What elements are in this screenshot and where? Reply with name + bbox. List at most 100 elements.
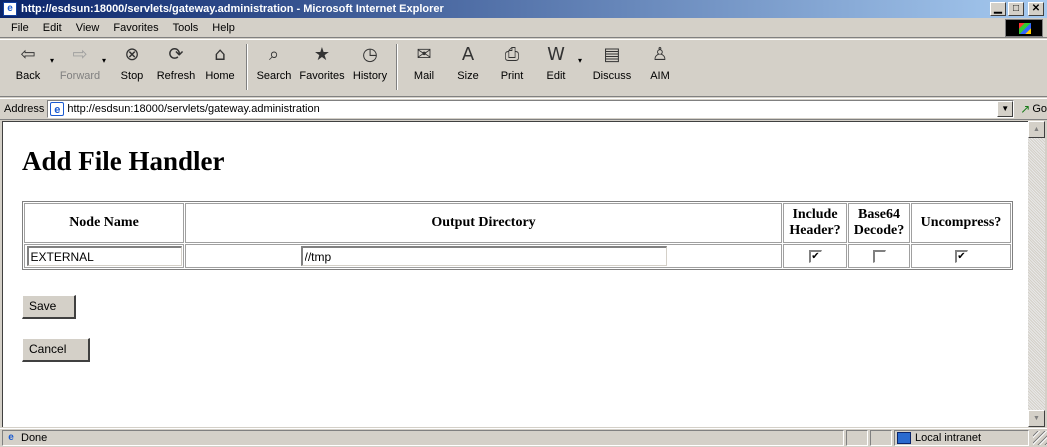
- address-label: Address: [4, 103, 45, 115]
- forward-label: Forward: [59, 70, 101, 82]
- window-title: http://esdsun:18000/servlets/gateway.adm…: [21, 3, 444, 15]
- font-size-icon: A: [461, 44, 475, 65]
- toolbar-separator: [246, 44, 248, 90]
- header-base64-line1: Base64: [858, 207, 900, 222]
- history-button[interactable]: ◷ History: [348, 42, 392, 92]
- refresh-icon: ⟳: [168, 44, 184, 65]
- vertical-scrollbar[interactable]: ▲ ▼: [1028, 121, 1045, 427]
- node-name-input[interactable]: [26, 246, 182, 266]
- header-base64-line2: Decode?: [853, 223, 905, 238]
- size-button[interactable]: A Size: [446, 42, 490, 92]
- maximize-button[interactable]: □: [1008, 2, 1024, 16]
- history-icon: ◷: [362, 44, 378, 65]
- local-intranet-icon: [897, 432, 911, 444]
- stop-button[interactable]: ⊗ Stop: [110, 42, 154, 92]
- favorites-button[interactable]: ★ Favorites: [296, 42, 348, 92]
- home-icon: ⌂: [214, 44, 226, 65]
- cancel-button[interactable]: Cancel: [22, 338, 90, 362]
- status-security-panel: [870, 430, 892, 446]
- header-include-header-line1: Include: [792, 207, 838, 222]
- base64-decode-checkbox[interactable]: [872, 249, 886, 263]
- page-content: Add File Handler Node Name Output Direct…: [2, 121, 1028, 427]
- address-input[interactable]: e http://esdsun:18000/servlets/gateway.a…: [47, 100, 1015, 118]
- forward-button[interactable]: ⇨ Forward: [58, 42, 102, 92]
- zone-text: Local intranet: [915, 432, 982, 444]
- favorites-label: Favorites: [299, 70, 345, 82]
- menu-view[interactable]: View: [69, 22, 107, 34]
- history-label: History: [352, 70, 388, 82]
- home-label: Home: [205, 70, 235, 82]
- toolbar: ⇦ Back ▾ ⇨ Forward ▾ ⊗ Stop ⟳ Refresh ⌂ …: [0, 39, 1047, 97]
- menu-favorites[interactable]: Favorites: [106, 22, 165, 34]
- address-dropdown-button[interactable]: ▼: [997, 101, 1014, 117]
- menu-edit[interactable]: Edit: [36, 22, 69, 34]
- status-zone-panel: Local intranet: [894, 430, 1029, 446]
- table-header-row: Node Name Output Directory Include Heade…: [24, 203, 1011, 243]
- mail-icon: ✉: [416, 44, 432, 65]
- base64-decode-cell: [848, 244, 910, 268]
- refresh-label: Refresh: [156, 70, 196, 82]
- stop-icon: ⊗: [124, 44, 140, 65]
- scroll-up-button[interactable]: ▲: [1028, 121, 1045, 138]
- discuss-icon: ▤: [603, 44, 621, 65]
- aim-icon: ♙: [651, 44, 669, 65]
- go-arrow-icon: ↗: [1020, 102, 1031, 116]
- back-label: Back: [15, 70, 41, 82]
- toolbar-separator: [396, 44, 398, 90]
- mail-button[interactable]: ✉ Mail: [402, 42, 446, 92]
- favorites-icon: ★: [313, 44, 331, 65]
- ie-logo-icon: e: [3, 2, 17, 16]
- menu-bar: File Edit View Favorites Tools Help: [0, 18, 1047, 38]
- back-button[interactable]: ⇦ Back: [6, 42, 50, 92]
- print-button[interactable]: ⎙ Print: [490, 42, 534, 92]
- edit-dropdown[interactable]: ▾: [578, 56, 586, 65]
- address-bar: Address e http://esdsun:18000/servlets/g…: [0, 98, 1047, 120]
- header-output-directory: Output Directory: [185, 203, 782, 243]
- status-progress-panel: [846, 430, 868, 446]
- print-label: Print: [500, 70, 524, 82]
- edit-icon: W: [547, 44, 565, 65]
- header-node-name: Node Name: [24, 203, 184, 243]
- search-button[interactable]: ⌕ Search: [252, 42, 296, 92]
- home-button[interactable]: ⌂ Home: [198, 42, 242, 92]
- close-button[interactable]: ✕: [1028, 2, 1044, 16]
- output-directory-input[interactable]: [300, 246, 667, 266]
- windows-logo-icon: [1005, 19, 1043, 37]
- discuss-label: Discuss: [592, 70, 632, 82]
- header-include-header: Include Header?: [783, 203, 847, 243]
- forward-arrow-icon: ⇨: [72, 44, 88, 65]
- address-url[interactable]: http://esdsun:18000/servlets/gateway.adm…: [67, 103, 997, 115]
- scroll-down-button[interactable]: ▼: [1028, 410, 1045, 427]
- menu-tools[interactable]: Tools: [166, 22, 206, 34]
- search-icon: ⌕: [268, 44, 280, 65]
- back-dropdown[interactable]: ▾: [50, 56, 58, 65]
- edit-label: Edit: [546, 70, 566, 82]
- resize-grip[interactable]: [1033, 431, 1047, 445]
- status-bar: e Done Local intranet: [0, 428, 1047, 447]
- minimize-button[interactable]: ▁: [990, 2, 1006, 16]
- print-icon: ⎙: [504, 44, 520, 65]
- uncompress-checkbox[interactable]: ✔: [954, 249, 968, 263]
- size-label: Size: [457, 70, 479, 82]
- go-button[interactable]: ↗ Go: [1020, 102, 1047, 116]
- header-base64-decode: Base64 Decode?: [848, 203, 910, 243]
- menu-help[interactable]: Help: [205, 22, 242, 34]
- output-directory-cell: [185, 244, 782, 268]
- search-label: Search: [256, 70, 292, 82]
- status-text: Done: [21, 432, 48, 444]
- save-button[interactable]: Save: [22, 295, 76, 319]
- refresh-button[interactable]: ⟳ Refresh: [154, 42, 198, 92]
- include-header-checkbox[interactable]: ✔: [808, 249, 822, 263]
- forward-dropdown[interactable]: ▾: [102, 56, 110, 65]
- stop-label: Stop: [120, 70, 144, 82]
- node-name-cell: [24, 244, 184, 268]
- discuss-button[interactable]: ▤ Discuss: [586, 42, 638, 92]
- table-row: ✔ ✔: [24, 244, 1011, 268]
- go-label: Go: [1032, 103, 1047, 115]
- aim-button[interactable]: ♙ AIM: [638, 42, 682, 92]
- mail-label: Mail: [413, 70, 435, 82]
- include-header-cell: ✔: [783, 244, 847, 268]
- edit-button[interactable]: W Edit: [534, 42, 578, 92]
- menu-file[interactable]: File: [4, 22, 36, 34]
- uncompress-cell: ✔: [911, 244, 1011, 268]
